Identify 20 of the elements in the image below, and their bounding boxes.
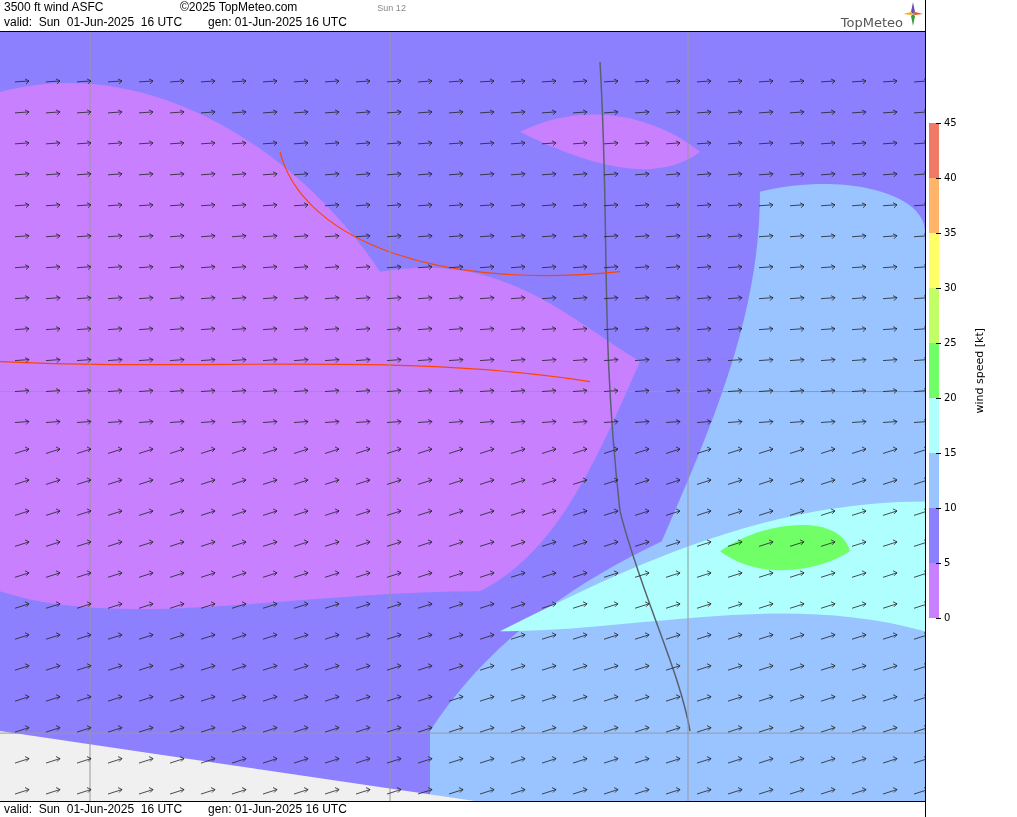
tick-label: 15 bbox=[944, 448, 957, 458]
compass-star-icon bbox=[903, 2, 923, 26]
legend-title: wind speed [kt] bbox=[972, 327, 986, 414]
generated-time: gen: 01-Jun-2025 16 UTC bbox=[208, 802, 347, 817]
tick-label: 25 bbox=[944, 338, 957, 348]
tick-label: 45 bbox=[944, 118, 957, 128]
tick-label: 40 bbox=[944, 173, 957, 183]
copyright-text: ©2025 TopMeteo.com bbox=[180, 0, 298, 15]
tick-label: 5 bbox=[944, 558, 951, 568]
tick-label: 10 bbox=[944, 503, 957, 513]
valid-time: valid: Sun 01-Jun-2025 16 UTC bbox=[4, 802, 183, 817]
tick-label: 35 bbox=[944, 228, 957, 238]
tick-label: 20 bbox=[944, 393, 957, 403]
tick-label: 30 bbox=[944, 283, 957, 293]
valid-time: valid: Sun 01-Jun-2025 16 UTC bbox=[4, 15, 183, 30]
chart-title: 3500 ft wind ASFC bbox=[4, 0, 105, 15]
logo-text: TopMeteo bbox=[840, 15, 903, 30]
run-label: Sun 12 bbox=[377, 2, 406, 15]
generated-time: gen: 01-Jun-2025 16 UTC bbox=[208, 15, 347, 30]
tick-label: 0 bbox=[944, 613, 951, 623]
